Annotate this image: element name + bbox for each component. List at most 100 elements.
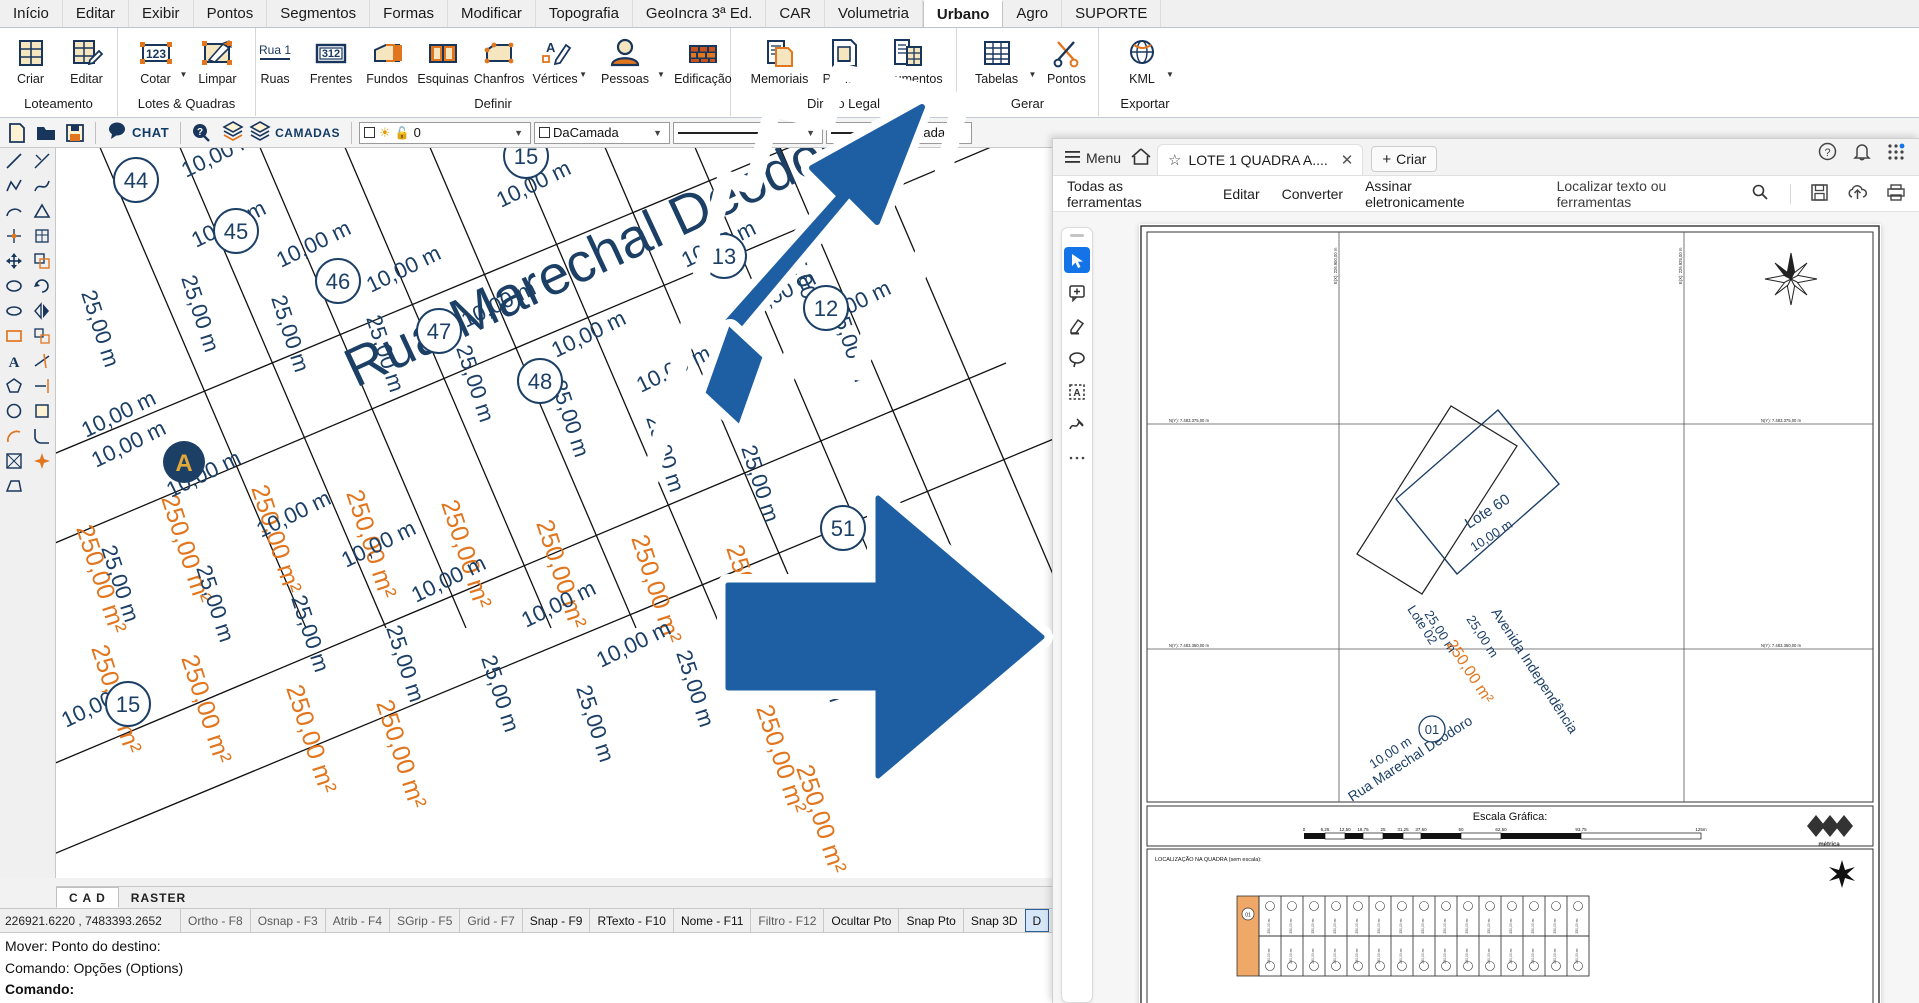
ribbon-button-cotar-caret[interactable]: ▼ (180, 70, 188, 79)
status-toggle-atrib[interactable]: Atrib - F4 (324, 909, 389, 932)
chevron-down-icon-3[interactable]: ▼ (801, 128, 820, 138)
bell-icon[interactable] (1853, 142, 1871, 166)
cursor-select-icon[interactable] (1064, 247, 1090, 273)
status-toggle-snap-3d[interactable]: Snap 3D (962, 909, 1025, 932)
ribbon-button-kml-caret[interactable]: ▼ (1166, 70, 1174, 79)
print-icon[interactable] (1887, 183, 1905, 204)
layer-state-combo[interactable]: ☀ 🔓 0 ▼ (358, 121, 531, 144)
rotate-tool-icon[interactable] (28, 273, 56, 298)
status-toggle-d[interactable]: D (1024, 909, 1050, 932)
drag-handle-icon[interactable] (1070, 234, 1084, 237)
canvas-tab-raster[interactable]: RASTER (119, 887, 198, 908)
layer-name-combo[interactable]: DaCamada ▼ (533, 121, 670, 144)
copy-tool-icon[interactable] (28, 248, 56, 273)
ribbon-button-esquinas[interactable]: Esquinas (415, 28, 471, 87)
menu-tab-car[interactable]: CAR (766, 0, 826, 27)
more-options-icon[interactable] (1064, 445, 1090, 471)
star-icon[interactable]: ☆ (1168, 151, 1181, 169)
explode-tool-icon[interactable] (28, 448, 56, 473)
home-icon[interactable] (1131, 147, 1157, 175)
menu-tab-pontos[interactable]: Pontos (194, 0, 268, 27)
pdf-tool-converter[interactable]: Converter (1282, 186, 1343, 202)
point-tool-icon[interactable] (0, 223, 28, 248)
scale-tool-icon[interactable] (28, 323, 56, 348)
pdf-page-container[interactable]: N(Y): 7.483.375,00 m N(Y): 7.483.375,00 … (1101, 212, 1919, 1003)
status-toggle-nome[interactable]: Nome - F11 (672, 909, 750, 932)
ribbon-button-edificacao[interactable]: Edificação (667, 28, 739, 87)
ellipse-tool-icon[interactable] (0, 273, 28, 298)
menu-tab-exibir[interactable]: Exibir (129, 0, 194, 27)
canvas-tab-cad[interactable]: C A D (56, 887, 119, 908)
triangle-tool-icon[interactable] (28, 198, 56, 223)
pdf-tool-assinar[interactable]: Assinar eletronicamente (1365, 178, 1515, 210)
ribbon-button-vertices[interactable]: A Vértices (527, 28, 583, 87)
chevron-down-icon-4[interactable]: ▼ (950, 128, 969, 138)
spline-tool-icon[interactable] (28, 173, 56, 198)
fillet-tool-icon[interactable] (28, 423, 56, 448)
status-toggle-snap[interactable]: Snap - F9 (521, 909, 590, 932)
ribbon-button-chanfros[interactable]: Chanfros (471, 28, 527, 87)
block-tool-icon[interactable] (28, 398, 56, 423)
ribbon-button-cotar[interactable]: 123 Cotar (128, 28, 184, 87)
signature-icon[interactable] (1064, 412, 1090, 438)
construction-line-tool-icon[interactable] (28, 148, 56, 173)
chat-button[interactable]: CHAT (103, 120, 173, 145)
arc2-tool-icon[interactable] (0, 423, 28, 448)
status-toggle-snap-pto[interactable]: Snap Pto (898, 909, 962, 932)
pdf-menu-button[interactable]: Menu (1053, 150, 1131, 175)
polygon-tool-icon[interactable] (0, 373, 28, 398)
solid-tool-icon[interactable] (0, 473, 28, 498)
pdf-viewer-window[interactable]: Menu ☆ LOTE 1 QUADRA A.... ✕ + Criar ? T… (1052, 138, 1919, 1003)
lineweight-combo[interactable]: DaCamada ▼ (825, 121, 972, 144)
save-icon[interactable] (1811, 183, 1828, 204)
status-toggle-filtro[interactable]: Filtro - F12 (750, 909, 823, 932)
menu-tab-segmentos[interactable]: Segmentos (267, 0, 371, 27)
save-disk-icon[interactable] (62, 120, 88, 146)
new-file-icon[interactable] (4, 120, 30, 146)
help-circle-icon[interactable]: ? (1818, 142, 1837, 166)
ribbon-button-vertices-caret[interactable]: ▼ (579, 70, 587, 79)
status-toggle-osnap[interactable]: Osnap - F3 (249, 909, 325, 932)
status-toggle-rtexto[interactable]: RTexto - F10 (589, 909, 672, 932)
menu-tab-agro[interactable]: Agro (1003, 0, 1063, 27)
ribbon-button-documentos[interactable]: Documentos (872, 28, 944, 87)
ribbon-button-limpar[interactable]: Limpar (189, 28, 245, 87)
menu-tab-topografia[interactable]: Topografia (536, 0, 633, 27)
region-tool-icon[interactable] (0, 448, 28, 473)
upload-cloud-icon[interactable] (1848, 184, 1867, 204)
ribbon-button-memoriais[interactable]: Memoriais (744, 28, 816, 87)
trim-tool-icon[interactable] (28, 348, 56, 373)
extend-tool-icon[interactable] (28, 373, 56, 398)
pdf-create-button[interactable]: + Criar (1371, 146, 1438, 172)
pdf-page[interactable]: N(Y): 7.483.375,00 m N(Y): 7.483.375,00 … (1139, 224, 1881, 1003)
apps-grid-icon[interactable] (1887, 143, 1905, 166)
status-toggle-ortho[interactable]: Ortho - F8 (180, 909, 250, 932)
ribbon-button-tabelas[interactable]: Tabelas (961, 28, 1033, 87)
camadas-button[interactable]: CAMADAS (217, 119, 344, 146)
pdf-tool-editar[interactable]: Editar (1223, 186, 1260, 202)
menu-tab-formas[interactable]: Formas (370, 0, 448, 27)
ribbon-button-plantas[interactable]: Plantas (816, 28, 872, 87)
pdf-search-box[interactable]: Localizar texto ou ferramentas (1557, 178, 1768, 210)
ribbon-button-ruas[interactable]: Rua 1 Ruas (247, 28, 303, 87)
search-icon[interactable] (1752, 184, 1768, 203)
status-toggle-ocultar-pto[interactable]: Ocultar Pto (823, 909, 898, 932)
ribbon-button-criar[interactable]: Criar (3, 28, 59, 87)
status-toggle-grid[interactable]: Grid - F7 (459, 909, 521, 932)
help-search-icon[interactable]: ? (188, 120, 214, 146)
menu-tab-modificar[interactable]: Modificar (448, 0, 536, 27)
pdf-document-tab[interactable]: ☆ LOTE 1 QUADRA A.... ✕ (1157, 144, 1364, 175)
hatch-tool-icon[interactable] (28, 223, 56, 248)
menu-tab-editar[interactable]: Editar (63, 0, 130, 27)
highlighter-icon[interactable] (1064, 313, 1090, 339)
line-tool-icon[interactable] (0, 148, 28, 173)
menu-tab-suporte[interactable]: SUPORTE (1062, 0, 1162, 27)
menu-tab-geoincra[interactable]: GeoIncra 3ª Ed. (633, 0, 767, 27)
rectangle-tool-icon[interactable] (0, 323, 28, 348)
ribbon-button-editar-loteamento[interactable]: Editar (59, 28, 115, 87)
polyline-tool-icon[interactable] (0, 173, 28, 198)
chevron-down-icon[interactable]: ▼ (509, 128, 528, 138)
lasso-select-icon[interactable] (1064, 346, 1090, 372)
circle-tool-icon[interactable] (0, 398, 28, 423)
mirror-tool-icon[interactable] (28, 298, 56, 323)
